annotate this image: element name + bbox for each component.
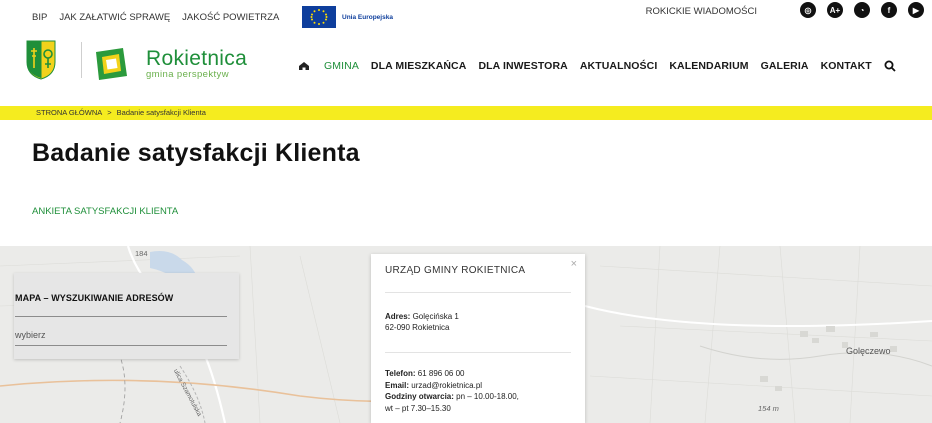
rokietnica-logo-icon[interactable] [93,46,129,82]
address-search-panel: MAPA – WYSZUKIWANIE ADRESÓW wybierz [14,273,239,359]
breadcrumb-bar: STRONA GŁÓWNA > Badanie satysfakcji Klie… [0,106,932,120]
address-line1: Golęcińska 1 [412,312,459,321]
home-icon[interactable] [298,61,310,71]
hours-line1: pn – 10.00-18.00, [456,392,519,401]
nav-item-gallery[interactable]: GALERIA [761,60,809,72]
road-number-label: 184 [135,249,148,258]
survey-link[interactable]: ANKIETA SATYSFAKCJI KLIENTA [32,206,178,217]
nav-item-news[interactable]: AKTUALNOŚCI [580,60,658,72]
close-icon[interactable]: × [571,258,577,270]
popup-title: URZĄD GMINY ROKIETNICA [385,265,526,276]
top-link-procedures[interactable]: JAK ZAŁATWIĆ SPRAWĘ [59,12,170,23]
nav-item-calendar[interactable]: KALENDARIUM [669,60,748,72]
breadcrumb-current: Badanie satysfakcji Klienta [116,108,206,117]
news-link[interactable]: ROKICKIE WIADOMOŚCI [646,6,757,17]
rss-icon[interactable]: ◔ [854,2,870,18]
main-nav: GMINA DLA MIESZKAŃCA DLA INWESTORA AKTUA… [298,60,896,72]
nav-item-investors[interactable]: DLA INWESTORA [478,60,567,72]
popup-address: Adres: Golęcińska 1 62-090 Rokietnica [385,311,459,333]
email-value[interactable]: urzad@rokietnica.pl [411,381,482,390]
brand-divider [81,42,82,78]
eu-flag-icon [302,6,336,28]
address-select-underline [15,345,227,346]
top-utility-bar: BIP JAK ZAŁATWIĆ SPRAWĘ JAKOŚĆ POWIETRZA… [0,0,932,32]
breadcrumb-separator: > [107,108,112,117]
address-select[interactable]: wybierz [15,330,46,340]
instagram-icon[interactable]: ◎ [800,2,816,18]
search-panel-divider [15,316,227,317]
phone-label: Telefon: [385,369,416,378]
coat-of-arms-icon[interactable] [26,40,56,80]
social-icons: ◎ A+ ◔ f ▶ [800,2,924,18]
nav-item-contact[interactable]: KONTAKT [821,60,872,72]
brand-tagline: gmina perspektyw [146,69,229,80]
page-title: Badanie satysfakcji Klienta [32,139,360,167]
top-link-air-quality[interactable]: JAKOŚĆ POWIETRZA [182,12,279,23]
accessibility-icon[interactable]: A+ [827,2,843,18]
address-label: Adres: [385,312,411,321]
nav-item-gmina[interactable]: GMINA [324,60,359,72]
popup-contact: Telefon: 61 896 06 00 Email: urzad@rokie… [385,368,575,414]
popup-divider [385,352,571,353]
nav-item-residents[interactable]: DLA MIESZKAŃCA [371,60,467,72]
hours-line2: wt – pt 7.30–15.30 [385,403,451,413]
phone-value[interactable]: 61 896 06 00 [418,369,465,378]
facebook-icon[interactable]: f [881,2,897,18]
map-place-label: Golęczewo [846,346,891,356]
search-icon[interactable] [884,60,896,72]
map-elevation-label: 154 m [758,404,779,413]
hours-label: Godziny otwarcia: [385,392,454,401]
breadcrumb: STRONA GŁÓWNA > Badanie satysfakcji Klie… [36,108,206,117]
breadcrumb-home[interactable]: STRONA GŁÓWNA [36,108,102,117]
address-line2: 62-090 Rokietnica [385,323,450,332]
search-panel-title: MAPA – WYSZUKIWANIE ADRESÓW [15,293,174,303]
eu-label: Unia Europejska [342,14,393,21]
top-link-bip[interactable]: BIP [32,12,47,23]
office-info-popup: × URZĄD GMINY ROKIETNICA Adres: Golęcińs… [371,254,585,423]
top-links: BIP JAK ZAŁATWIĆ SPRAWĘ JAKOŚĆ POWIETRZA [32,12,279,23]
youtube-icon[interactable]: ▶ [908,2,924,18]
brand-name[interactable]: Rokietnica [146,47,247,71]
popup-divider [385,292,571,293]
email-label: Email: [385,380,410,390]
